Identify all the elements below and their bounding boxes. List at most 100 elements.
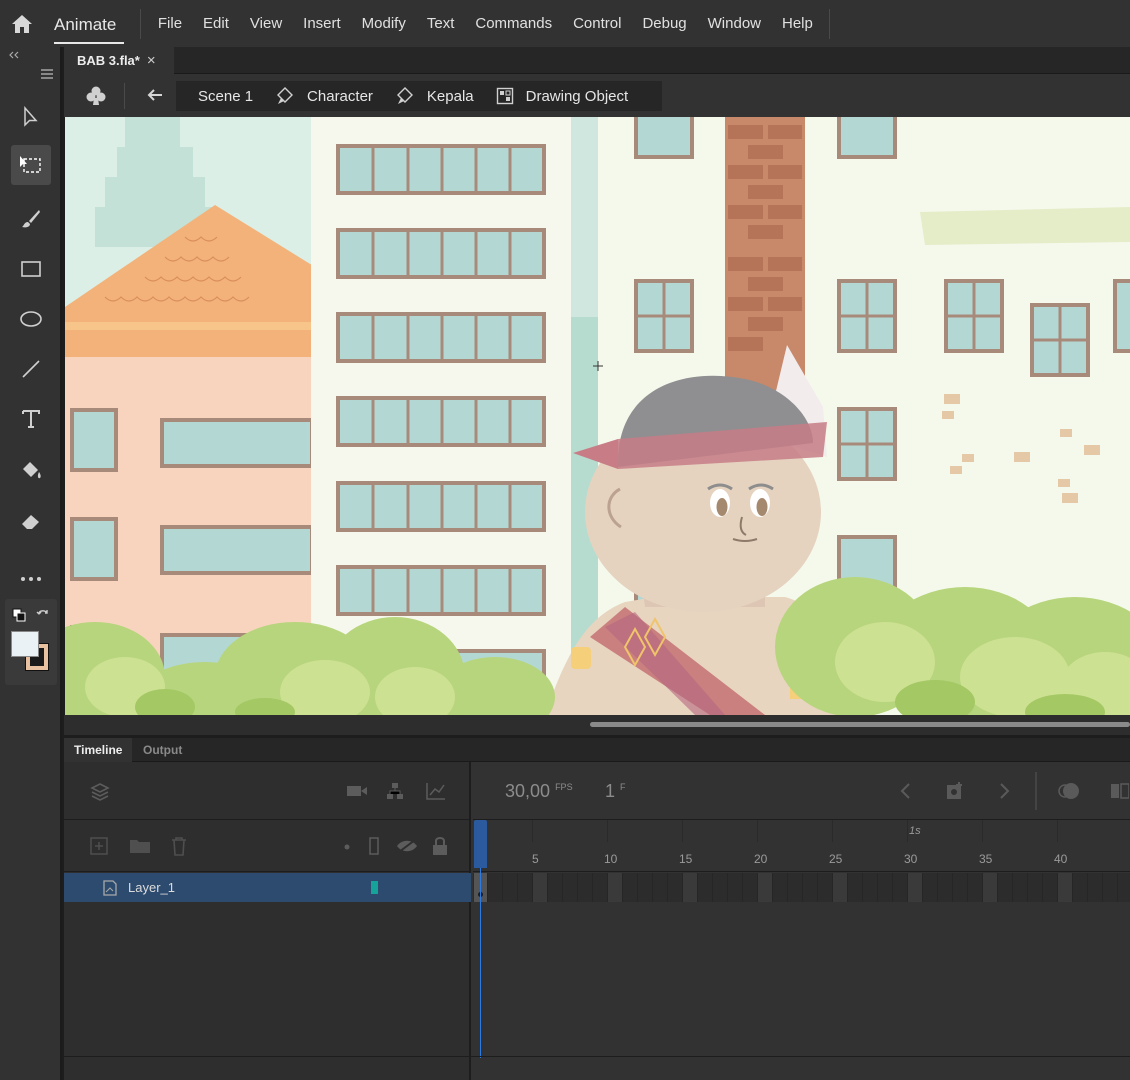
tab-output[interactable]: Output (133, 738, 192, 762)
frame-cell[interactable] (893, 873, 908, 902)
frame-cell[interactable] (488, 873, 503, 902)
frame-cell[interactable] (533, 873, 548, 902)
frame-cell[interactable] (653, 873, 668, 902)
frame-ruler[interactable]: 1s 5 10 15 20 25 30 35 40 (473, 820, 1130, 872)
frame-cell[interactable] (503, 873, 518, 902)
delete-icon[interactable] (170, 836, 188, 856)
tab-timeline[interactable]: Timeline (64, 738, 133, 762)
layer-name[interactable]: Layer_1 (128, 880, 175, 895)
visibility-icon[interactable] (396, 838, 418, 854)
frame-cell[interactable] (788, 873, 803, 902)
lock-icon[interactable] (432, 836, 448, 856)
layers-icon[interactable] (90, 782, 110, 802)
layer-color-swatch[interactable] (371, 881, 378, 894)
menu-edit[interactable]: Edit (193, 0, 240, 47)
frame-cell[interactable] (968, 873, 983, 902)
club-icon[interactable] (85, 84, 107, 108)
frame-cell[interactable] (548, 873, 563, 902)
frame-cell[interactable] (938, 873, 953, 902)
stage-scrollbar[interactable] (64, 715, 1130, 735)
menu-insert[interactable]: Insert (293, 0, 352, 47)
frame-cell[interactable] (953, 873, 968, 902)
frame-cell[interactable] (593, 873, 608, 902)
frame-cell[interactable] (698, 873, 713, 902)
fill-color-swatch[interactable] (11, 631, 39, 657)
frame-cell[interactable] (1103, 873, 1118, 902)
frame-cell[interactable] (803, 873, 818, 902)
menu-control[interactable]: Control (563, 0, 632, 47)
outline-icon[interactable] (369, 837, 379, 855)
frame-cell[interactable] (833, 873, 848, 902)
frame-cell[interactable] (818, 873, 833, 902)
close-tab-icon[interactable]: × (147, 52, 156, 69)
eraser-tool[interactable] (11, 501, 51, 541)
frame-cell[interactable] (1058, 873, 1073, 902)
oval-tool[interactable] (11, 299, 51, 339)
frame-cell[interactable] (518, 873, 533, 902)
menu-text[interactable]: Text (416, 0, 465, 47)
more-tools-button[interactable] (11, 559, 51, 599)
frame-cell[interactable] (773, 873, 788, 902)
frame-cell[interactable] (638, 873, 653, 902)
frame-cell[interactable] (743, 873, 758, 902)
frame-cell[interactable] (863, 873, 878, 902)
stage-canvas[interactable] (65, 117, 1130, 715)
frame-cell[interactable] (728, 873, 743, 902)
menu-help[interactable]: Help (772, 0, 824, 47)
frame-cell[interactable] (848, 873, 863, 902)
playhead[interactable] (474, 820, 487, 868)
next-frame-icon[interactable] (999, 783, 1011, 799)
graph-icon[interactable] (426, 782, 446, 800)
frame-cell[interactable] (878, 873, 893, 902)
insert-keyframe-icon[interactable] (945, 781, 965, 801)
menu-file[interactable]: File (147, 0, 192, 47)
highlight-dot-icon[interactable] (344, 844, 350, 850)
breadcrumb-drawing-object[interactable]: Drawing Object (496, 87, 628, 105)
frame-cell[interactable] (1043, 873, 1058, 902)
brush-tool[interactable] (11, 199, 51, 239)
layer-frames[interactable] (473, 873, 1130, 902)
prev-frame-icon[interactable] (899, 783, 911, 799)
text-tool[interactable] (11, 399, 51, 439)
scrollbar-thumb[interactable] (590, 722, 1130, 727)
frame-cell[interactable] (608, 873, 623, 902)
line-tool[interactable] (11, 349, 51, 389)
frame-cell[interactable] (668, 873, 683, 902)
back-arrow-icon[interactable] (146, 88, 164, 102)
edit-multiple-frames-icon[interactable] (1109, 780, 1129, 802)
tools-menu-icon[interactable] (40, 69, 54, 79)
paint-bucket-tool[interactable] (11, 451, 51, 491)
layer-row[interactable]: Layer_1 (64, 873, 471, 902)
onion-skin-icon[interactable] (1058, 780, 1082, 802)
menu-view[interactable]: View (239, 0, 292, 47)
menu-window[interactable]: Window (697, 0, 771, 47)
app-name[interactable]: Animate (44, 0, 126, 47)
frame-cell[interactable] (1028, 873, 1043, 902)
default-colors-icon[interactable] (12, 608, 26, 622)
frame-cell[interactable] (983, 873, 998, 902)
menu-modify[interactable]: Modify (351, 0, 416, 47)
frame-cell[interactable] (1118, 873, 1130, 902)
menu-commands[interactable]: Commands (465, 0, 563, 47)
current-frame-readout[interactable]: 1 F (605, 781, 626, 802)
frame-cell[interactable] (578, 873, 593, 902)
frame-cell[interactable] (683, 873, 698, 902)
camera-icon[interactable] (346, 784, 368, 798)
home-button[interactable] (0, 0, 44, 47)
parenting-icon[interactable] (386, 782, 404, 800)
frame-cell[interactable] (923, 873, 938, 902)
new-folder-icon[interactable] (129, 838, 151, 854)
frame-cell[interactable] (563, 873, 578, 902)
breadcrumb-character[interactable]: Character (275, 86, 373, 106)
swap-colors-icon[interactable] (36, 608, 50, 622)
frame-cell[interactable] (713, 873, 728, 902)
frame-cell[interactable] (908, 873, 923, 902)
breadcrumb-scene[interactable]: Scene 1 (198, 88, 253, 105)
frame-cell[interactable] (623, 873, 638, 902)
document-tab[interactable]: BAB 3.fla* × (64, 47, 174, 74)
menu-debug[interactable]: Debug (632, 0, 697, 47)
selection-tool[interactable] (11, 97, 51, 137)
fps-readout[interactable]: 30,00 FPS (505, 781, 573, 802)
frame-cell[interactable] (1088, 873, 1103, 902)
frame-cell[interactable] (1073, 873, 1088, 902)
